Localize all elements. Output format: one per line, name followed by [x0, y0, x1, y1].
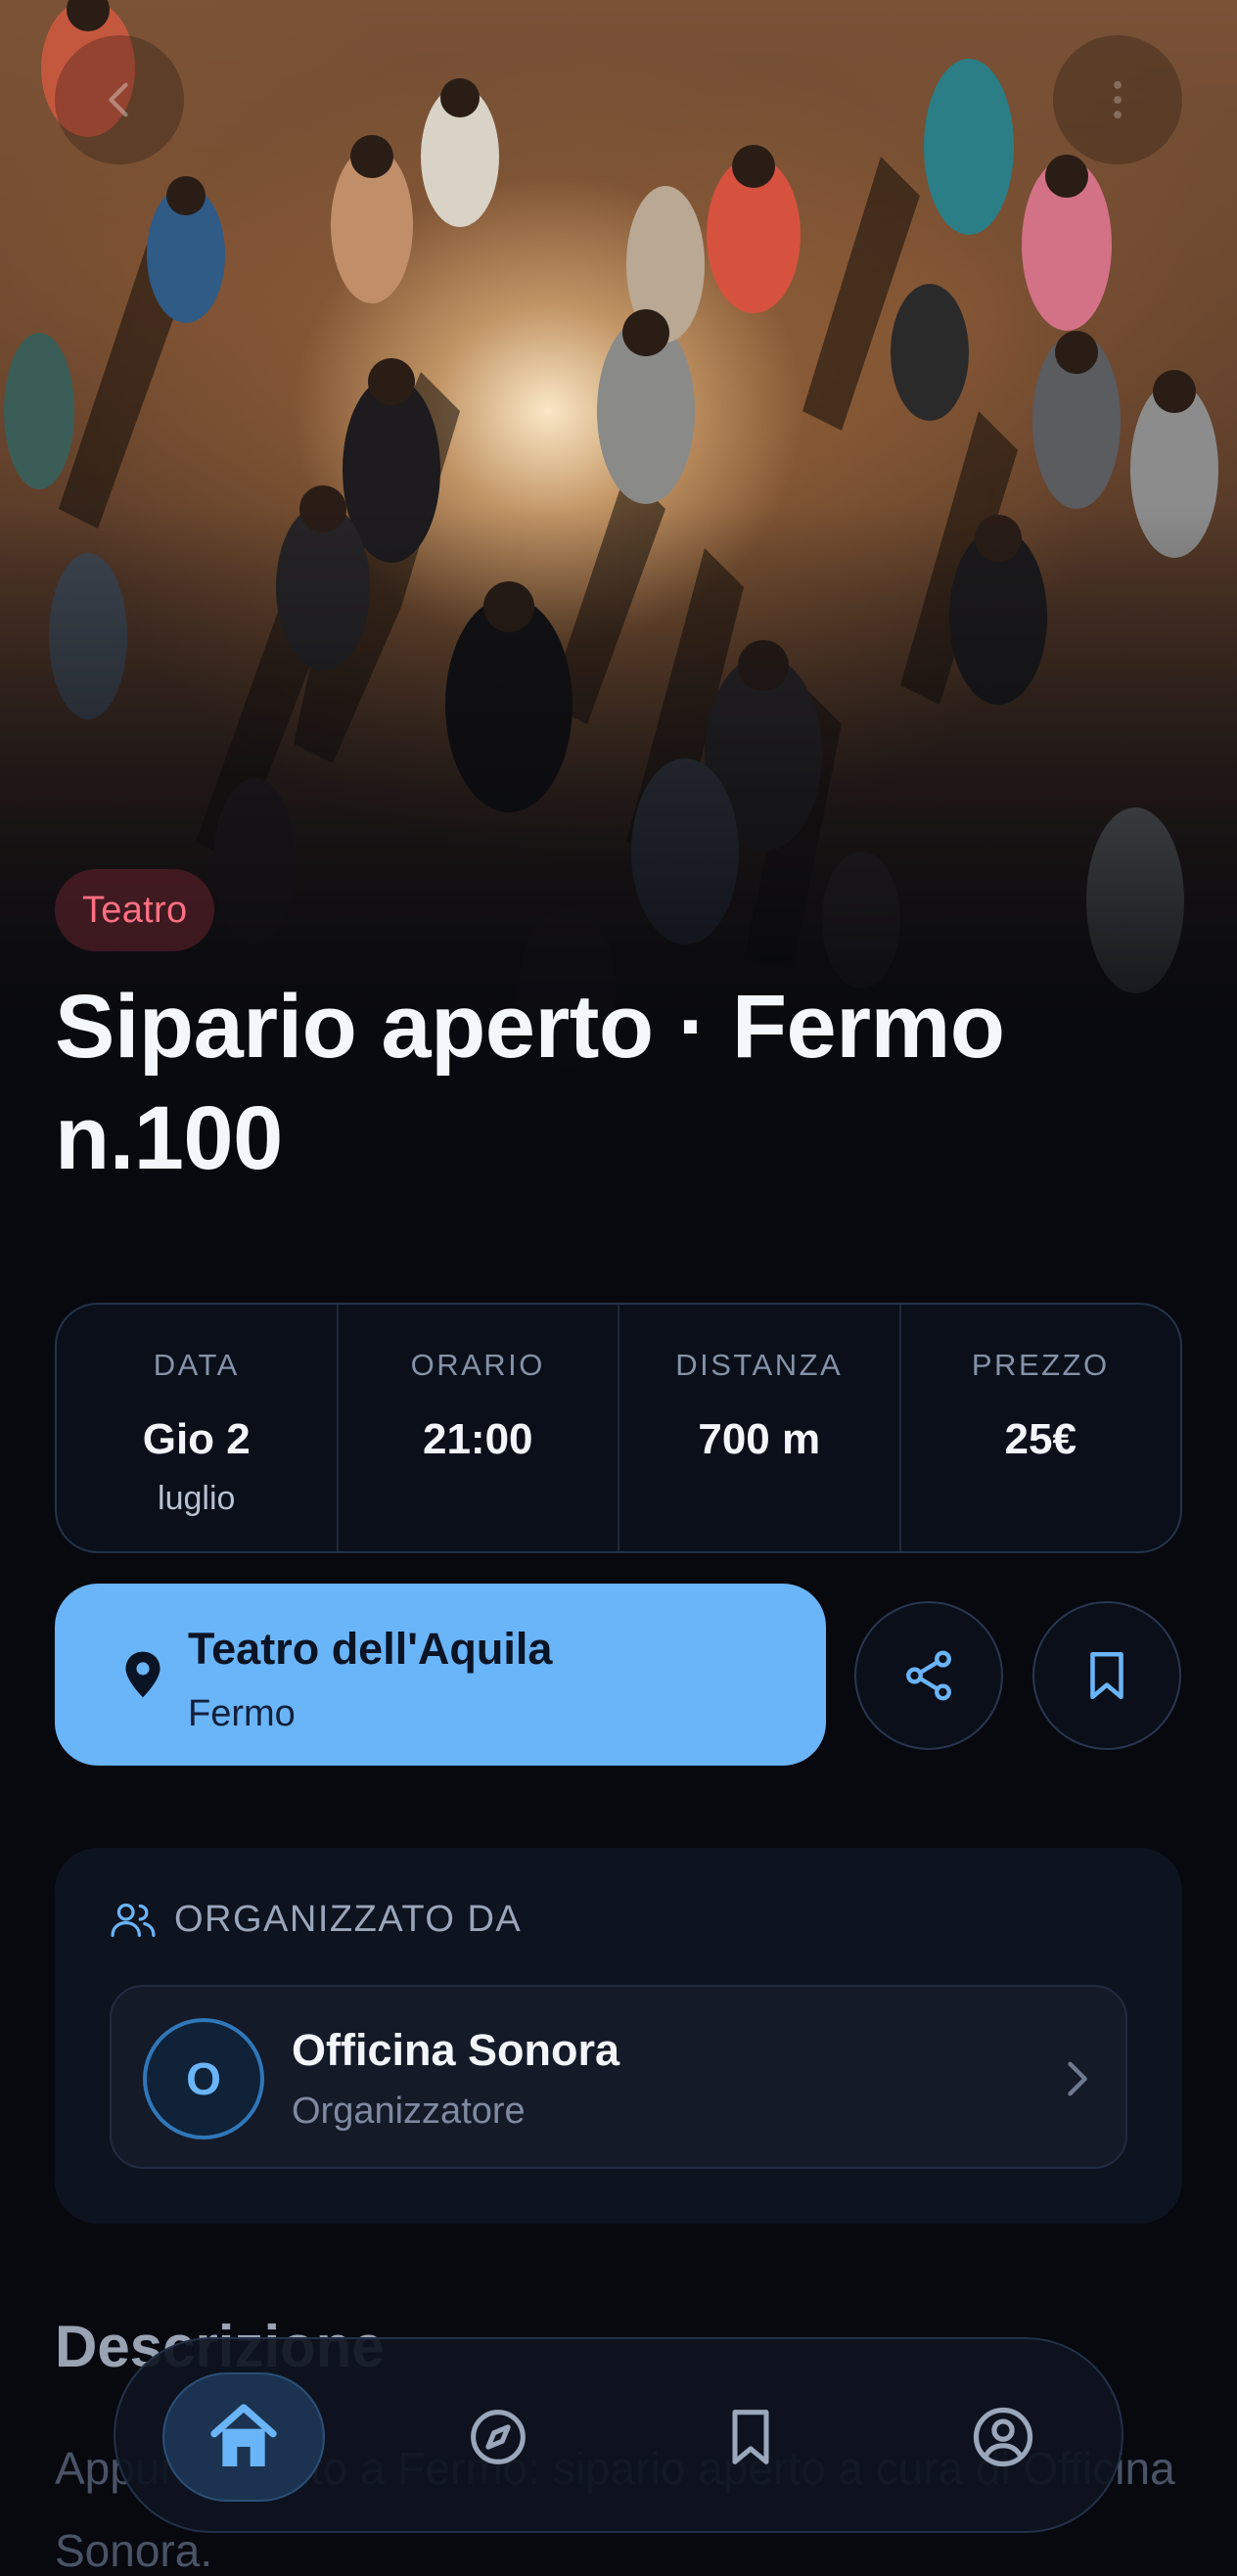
event-title: Sipario aperto · Fermo n.100 [55, 977, 1005, 1188]
profile-icon [973, 2407, 1033, 2467]
organizer-name: Officina Sonora [292, 2025, 620, 2075]
detail-subvalue: luglio [158, 1480, 236, 1517]
category-badge[interactable]: Teatro [55, 869, 215, 951]
more-vertical-icon [1114, 80, 1122, 119]
arrow-left-icon [109, 82, 128, 117]
detail-label: DISTANZA [675, 1348, 844, 1382]
compass-icon [471, 2410, 526, 2464]
detail-value: 700 m [698, 1415, 821, 1463]
back-button[interactable] [55, 35, 184, 164]
nav-explore[interactable] [417, 2372, 579, 2502]
venue-name: Teatro dell'Aquila [188, 1624, 553, 1674]
organizer-role: Organizzatore [292, 2091, 526, 2132]
organizer-section-label: ORGANIZZATO DA [174, 1899, 523, 1940]
bookmark-icon [732, 2410, 769, 2464]
detail-label: PREZZO [971, 1348, 1110, 1382]
venue-city: Fermo [188, 1693, 296, 1734]
detail-date: DATA Gio 2 luglio [57, 1305, 339, 1551]
event-details-card: DATA Gio 2 luglio ORARIO 21:00 DISTANZA … [55, 1303, 1182, 1553]
nav-saved[interactable] [669, 2372, 832, 2502]
venue-button[interactable]: Teatro dell'Aquila Fermo [55, 1584, 826, 1766]
nav-profile[interactable] [922, 2372, 1084, 2502]
organizer-row[interactable]: O Officina Sonora Organizzatore [110, 1985, 1127, 2169]
share-button[interactable] [854, 1601, 1003, 1750]
home-icon [210, 2404, 277, 2466]
bookmark-icon [1090, 1651, 1123, 1700]
bookmark-button[interactable] [1032, 1601, 1181, 1750]
detail-time: ORARIO 21:00 [339, 1305, 619, 1551]
event-hero-image: Teatro Sipario aperto · Fermo n.100 [0, 0, 1237, 1263]
detail-value: 21:00 [422, 1415, 533, 1463]
share-icon [906, 1650, 951, 1701]
detail-distance: DISTANZA 700 m [619, 1305, 901, 1551]
detail-value: 25€ [1004, 1415, 1077, 1463]
users-icon [111, 1903, 156, 1937]
detail-label: DATA [153, 1348, 240, 1382]
bottom-navigation [114, 2337, 1123, 2533]
detail-label: ORARIO [410, 1348, 545, 1382]
organizer-card: ORGANIZZATO DA O Officina Sonora Organiz… [55, 1848, 1182, 2224]
detail-value: Gio 2 [142, 1415, 251, 1463]
nav-home[interactable] [162, 2372, 325, 2502]
map-pin-icon [125, 1651, 160, 1698]
more-options-button[interactable] [1053, 35, 1182, 164]
detail-price: PREZZO 25€ [901, 1305, 1181, 1551]
organizer-header: ORGANIZZATO DA [110, 1897, 522, 1942]
organizer-avatar: O [143, 2018, 264, 2139]
chevron-right-icon [1068, 2061, 1087, 2096]
event-detail-screen: Teatro Sipario aperto · Fermo n.100 DATA… [0, 0, 1237, 2576]
